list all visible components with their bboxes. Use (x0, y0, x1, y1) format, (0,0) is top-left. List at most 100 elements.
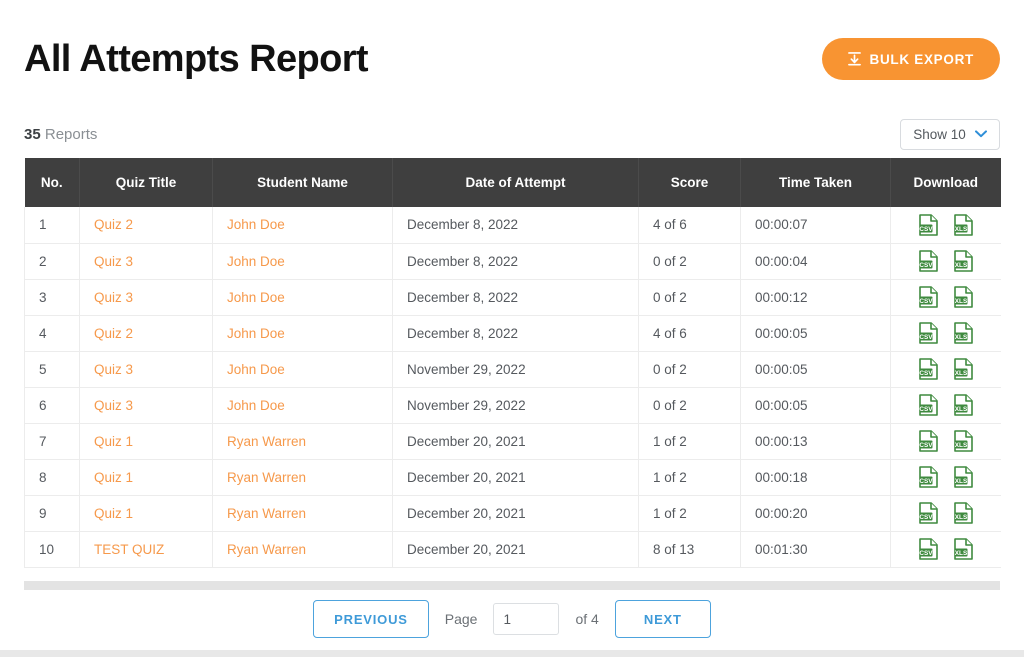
quiz-title-link[interactable]: Quiz 1 (94, 506, 133, 521)
xls-file-icon[interactable]: XLS (953, 250, 973, 272)
cell-date-of-attempt: December 20, 2021 (392, 531, 639, 568)
csv-file-icon[interactable]: CSV (918, 286, 938, 308)
csv-file-icon[interactable]: CSV (918, 502, 938, 524)
table-toolbar: 35 Reports Show 10 (24, 116, 1000, 152)
cell-student-name: John Doe (212, 243, 393, 280)
scrollbar-thumb[interactable] (24, 581, 1000, 590)
cell-download: CSV XLS (890, 315, 1001, 352)
cell-date-of-attempt: December 8, 2022 (392, 207, 639, 244)
table-horizontal-scrollbar[interactable] (24, 581, 1000, 590)
cell-time-taken: 00:00:05 (740, 387, 891, 424)
cell-student-name: Ryan Warren (212, 531, 393, 568)
student-name-link[interactable]: John Doe (227, 254, 285, 269)
student-name-link[interactable]: Ryan Warren (227, 506, 306, 521)
student-name-link[interactable]: John Doe (227, 362, 285, 377)
student-name-link[interactable]: Ryan Warren (227, 542, 306, 557)
cell-time-taken: 00:00:05 (740, 351, 891, 388)
column-header-download[interactable]: Download (890, 158, 1001, 207)
cell-date-of-attempt: December 20, 2021 (392, 459, 639, 496)
xls-file-icon[interactable]: XLS (953, 286, 973, 308)
svg-text:XLS: XLS (955, 550, 968, 557)
cell-download: CSV XLS (890, 351, 1001, 388)
student-name-link[interactable]: John Doe (227, 217, 285, 232)
total-pages-label: of 4 (575, 611, 599, 627)
column-header-time-taken[interactable]: Time Taken (740, 158, 891, 207)
csv-file-icon[interactable]: CSV (918, 322, 938, 344)
csv-file-icon[interactable]: CSV (918, 250, 938, 272)
xls-file-icon[interactable]: XLS (953, 358, 973, 380)
cell-no: 1 (24, 207, 80, 244)
csv-file-icon[interactable]: CSV (918, 213, 938, 236)
cell-student-name: John Doe (212, 279, 393, 316)
previous-page-button[interactable]: PREVIOUS (313, 600, 429, 638)
quiz-title-link[interactable]: Quiz 2 (94, 326, 133, 341)
reports-table: No. Quiz Title Student Name Date of Atte… (24, 158, 1001, 568)
cell-no: 2 (24, 243, 80, 280)
quiz-title-link[interactable]: Quiz 3 (94, 362, 133, 377)
download-icon (847, 52, 861, 66)
student-name-link[interactable]: John Doe (227, 398, 285, 413)
page-number-input[interactable] (493, 603, 560, 635)
svg-text:CSV: CSV (919, 406, 933, 413)
svg-text:CSV: CSV (919, 442, 933, 449)
cell-score: 0 of 2 (638, 243, 741, 280)
student-name-link[interactable]: Ryan Warren (227, 434, 306, 449)
table-row: 6 Quiz 3 John Doe November 29, 2022 0 of 2 00… (24, 387, 1001, 424)
chevron-down-icon (974, 130, 987, 138)
quiz-title-link[interactable]: Quiz 1 (94, 470, 133, 485)
table-head: No. Quiz Title Student Name Date of Atte… (24, 158, 1001, 207)
student-name-link[interactable]: John Doe (227, 290, 285, 305)
cell-score: 1 of 2 (638, 423, 741, 460)
page-header: All Attempts Report BULK EXPORT (24, 28, 1000, 90)
xls-file-icon[interactable]: XLS (953, 213, 973, 236)
student-name-link[interactable]: John Doe (227, 326, 285, 341)
csv-file-icon[interactable]: CSV (918, 358, 938, 380)
svg-text:XLS: XLS (955, 226, 968, 233)
xls-file-icon[interactable]: XLS (953, 322, 973, 344)
svg-text:CSV: CSV (919, 226, 933, 233)
quiz-title-link[interactable]: Quiz 3 (94, 290, 133, 305)
cell-download: CSV XLS (890, 495, 1001, 532)
svg-text:CSV: CSV (919, 514, 933, 521)
column-header-student-name[interactable]: Student Name (212, 158, 393, 207)
cell-time-taken: 00:00:07 (740, 207, 891, 244)
csv-file-icon[interactable]: CSV (918, 466, 938, 488)
csv-file-icon[interactable]: CSV (918, 430, 938, 452)
xls-file-icon[interactable]: XLS (953, 502, 973, 524)
page-title: All Attempts Report (24, 38, 369, 80)
next-page-button[interactable]: NEXT (614, 600, 711, 638)
csv-file-icon[interactable]: CSV (918, 538, 938, 560)
column-header-date-of-attempt[interactable]: Date of Attempt (392, 158, 639, 207)
xls-file-icon[interactable]: XLS (953, 430, 973, 452)
cell-time-taken: 00:00:05 (740, 315, 891, 352)
cell-no: 6 (24, 387, 80, 424)
csv-file-icon[interactable]: CSV (918, 394, 938, 416)
table-row: 5 Quiz 3 John Doe November 29, 2022 0 of 2 00… (24, 351, 1001, 388)
cell-quiz-title: TEST QUIZ (79, 531, 213, 568)
quiz-title-link[interactable]: Quiz 1 (94, 434, 133, 449)
column-header-score[interactable]: Score (638, 158, 741, 207)
quiz-title-link[interactable]: Quiz 3 (94, 254, 133, 269)
bulk-export-button[interactable]: BULK EXPORT (821, 38, 1000, 80)
xls-file-icon[interactable]: XLS (953, 394, 973, 416)
svg-text:XLS: XLS (955, 406, 968, 413)
cell-no: 7 (24, 423, 80, 460)
cell-student-name: Ryan Warren (212, 459, 393, 496)
cell-quiz-title: Quiz 1 (79, 495, 213, 532)
cell-download: CSV XLS (890, 459, 1001, 496)
quiz-title-link[interactable]: TEST QUIZ (94, 542, 164, 557)
table-row: 10 TEST QUIZ Ryan Warren December 20, 2021 8… (24, 531, 1001, 568)
quiz-title-link[interactable]: Quiz 3 (94, 398, 133, 413)
xls-file-icon[interactable]: XLS (953, 466, 973, 488)
student-name-link[interactable]: Ryan Warren (227, 470, 306, 485)
column-header-no[interactable]: No. (24, 158, 80, 207)
cell-student-name: John Doe (212, 315, 393, 352)
cell-quiz-title: Quiz 2 (79, 315, 213, 352)
column-header-quiz-title[interactable]: Quiz Title (79, 158, 213, 207)
cell-download: CSV XLS (890, 423, 1001, 460)
svg-text:XLS: XLS (955, 370, 968, 377)
show-entries-select[interactable]: Show 10 (900, 118, 1000, 150)
xls-file-icon[interactable]: XLS (953, 538, 973, 560)
reports-table-container: No. Quiz Title Student Name Date of Atte… (24, 158, 1001, 568)
quiz-title-link[interactable]: Quiz 2 (94, 217, 133, 232)
